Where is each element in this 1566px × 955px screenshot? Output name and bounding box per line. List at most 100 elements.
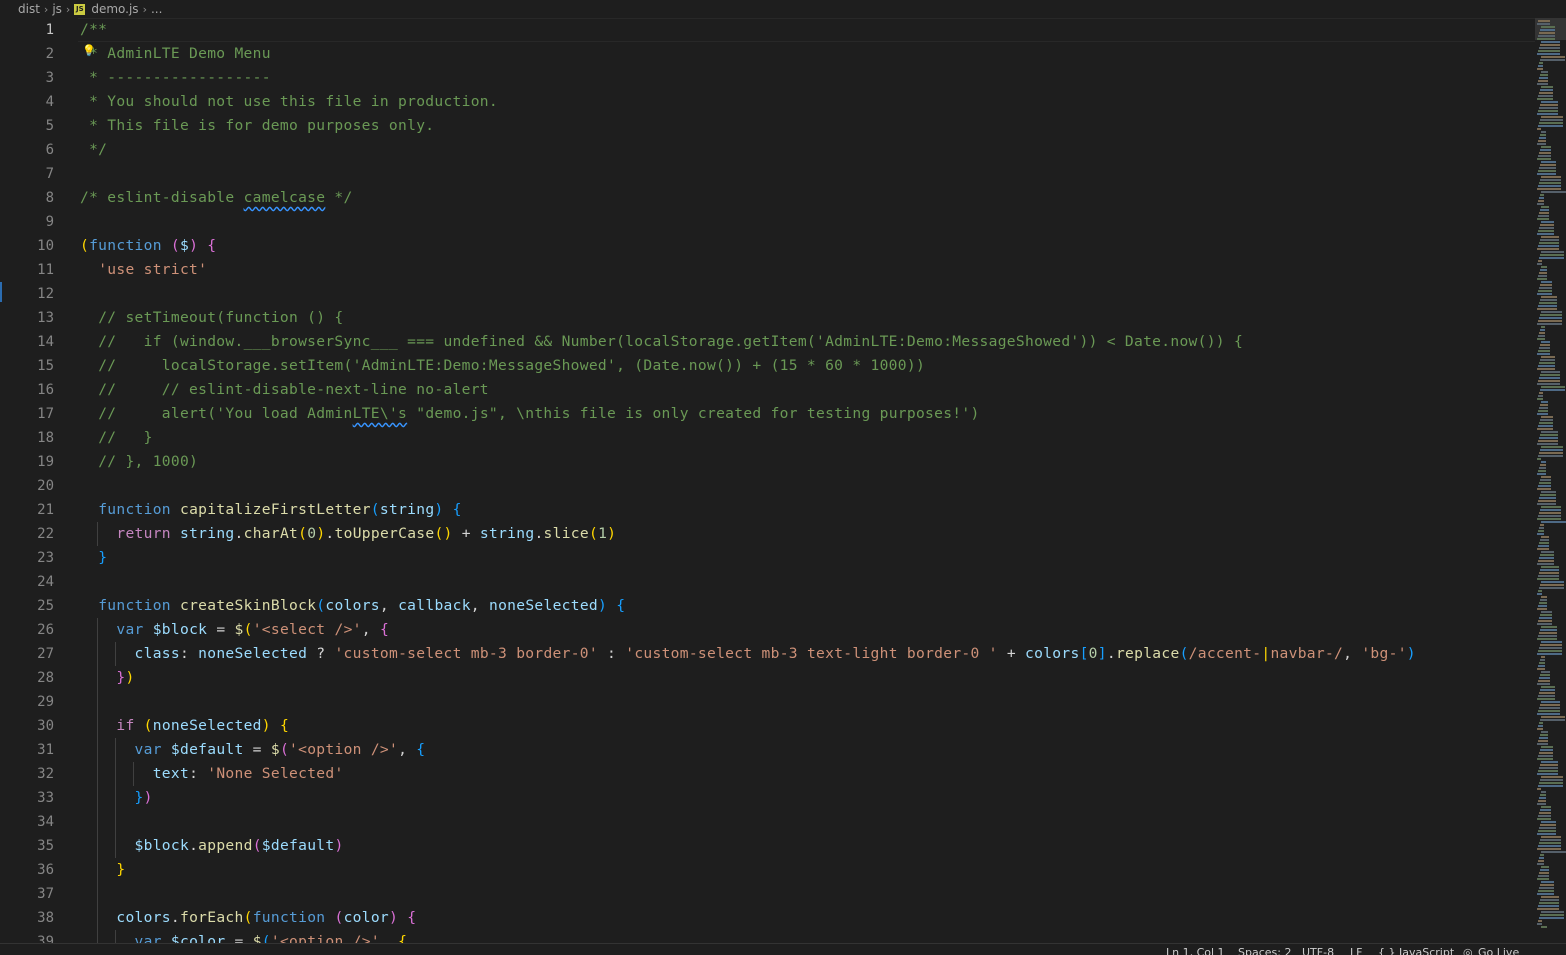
code-text[interactable]: * AdminLTE Demo Menu	[80, 42, 271, 66]
code-text[interactable]: 'use strict'	[80, 258, 207, 282]
code-text[interactable]: /* eslint-disable camelcase */	[80, 186, 353, 210]
code-text[interactable]: colors.forEach(function (color) {	[80, 906, 416, 930]
code-line[interactable]: 12	[0, 282, 1535, 306]
code-line[interactable]: 10 (function ($) {	[0, 234, 1535, 258]
minimap[interactable]	[1535, 18, 1566, 943]
code-line[interactable]: 28 })	[0, 666, 1535, 690]
code-line[interactable]: 14 // if (window.___browserSync___ === u…	[0, 330, 1535, 354]
code-text[interactable]: * You should not use this file in produc…	[80, 90, 498, 114]
code-text[interactable]: var $color = $('<option />', {	[80, 930, 407, 943]
code-text[interactable]: * ------------------	[80, 66, 271, 90]
code-line[interactable]: 23 }	[0, 546, 1535, 570]
code-line[interactable]: 13 // setTimeout(function () {	[0, 306, 1535, 330]
cursor-position[interactable]: Ln 1, Col 1	[1166, 947, 1225, 955]
code-line[interactable]: 25 function createSkinBlock(colors, call…	[0, 594, 1535, 618]
minimap-line	[1541, 671, 1550, 673]
code-line[interactable]: 17 // alert('You load AdminLTE\'s "demo.…	[0, 402, 1535, 426]
code-text[interactable]: // alert('You load AdminLTE\'s "demo.js"…	[80, 402, 980, 426]
code-line[interactable]: 26 var $block = $('<select />', {	[0, 618, 1535, 642]
code-line[interactable]: 11 'use strict'	[0, 258, 1535, 282]
code-text[interactable]: $block.append($default)	[80, 834, 344, 858]
code-text[interactable]: return string.charAt(0).toUpperCase() + …	[80, 522, 616, 546]
lightbulb-icon[interactable]: 💡	[82, 44, 96, 58]
code-text[interactable]: function capitalizeFirstLetter(string) {	[80, 498, 462, 522]
code-line[interactable]: 34	[0, 810, 1535, 834]
code-line[interactable]: 15 // localStorage.setItem('AdminLTE:Dem…	[0, 354, 1535, 378]
code-line[interactable]: 38 colors.forEach(function (color) {	[0, 906, 1535, 930]
breadcrumb-item-js[interactable]: js	[52, 2, 62, 16]
code-line[interactable]: 30 if (noneSelected) {	[0, 714, 1535, 738]
code-text[interactable]: }	[80, 858, 125, 882]
indentation-setting[interactable]: Spaces: 2	[1238, 947, 1291, 955]
code-text[interactable]: // // eslint-disable-next-line no-alert	[80, 378, 489, 402]
breadcrumb-item-dist[interactable]: dist	[18, 2, 40, 16]
line-number: 7	[45, 166, 54, 182]
code-line[interactable]: 24	[0, 570, 1535, 594]
code-line[interactable]: 2 * AdminLTE Demo Menu	[0, 42, 1535, 66]
code-line[interactable]: 29	[0, 690, 1535, 714]
code-line[interactable]: 27 class: noneSelected ? 'custom-select …	[0, 642, 1535, 666]
code-line[interactable]: 32 text: 'None Selected'	[0, 762, 1535, 786]
minimap-line	[1540, 89, 1553, 91]
code-editor[interactable]: 1/** 2 * AdminLTE Demo Menu 3 * ----------…	[0, 18, 1535, 943]
code-text[interactable]: function createSkinBlock(colors, callbac…	[80, 594, 625, 618]
minimap-line	[1539, 92, 1553, 94]
minimap-line	[1541, 191, 1566, 193]
code-text[interactable]: // }, 1000)	[80, 450, 198, 474]
code-text[interactable]: // if (window.___browserSync___ === unde…	[80, 330, 1243, 354]
code-text[interactable]: }	[80, 546, 107, 570]
eol-setting[interactable]: LF	[1350, 947, 1362, 955]
code-text[interactable]: */	[80, 138, 107, 162]
code-line[interactable]: 22 return string.charAt(0).toUpperCase()…	[0, 522, 1535, 546]
minimap-line	[1538, 305, 1557, 307]
encoding-setting[interactable]: UTF-8	[1302, 947, 1334, 955]
minimap-line	[1538, 125, 1563, 127]
line-number: 2	[45, 46, 54, 62]
code-text[interactable]: class: noneSelected ? 'custom-select mb-…	[80, 642, 1416, 666]
code-line[interactable]: 33 })	[0, 786, 1535, 810]
code-line[interactable]: 8 /* eslint-disable camelcase */	[0, 186, 1535, 210]
minimap-line	[1537, 563, 1554, 565]
minimap-line	[1537, 803, 1546, 805]
code-text[interactable]: (function ($) {	[80, 234, 216, 258]
code-line[interactable]: 19 // }, 1000)	[0, 450, 1535, 474]
code-line[interactable]: 9	[0, 210, 1535, 234]
code-line[interactable]: 6 */	[0, 138, 1535, 162]
code-text[interactable]: })	[80, 786, 153, 810]
code-line[interactable]: 36 }	[0, 858, 1535, 882]
code-text[interactable]: // localStorage.setItem('AdminLTE:Demo:M…	[80, 354, 925, 378]
code-line[interactable]: 18 // }	[0, 426, 1535, 450]
code-line[interactable]: 5 * This file is for demo purposes only.	[0, 114, 1535, 138]
breadcrumb-item-file[interactable]: demo.js	[91, 2, 138, 16]
code-text[interactable]: * This file is for demo purposes only.	[80, 114, 434, 138]
code-line[interactable]: 37	[0, 882, 1535, 906]
minimap-line	[1538, 290, 1552, 292]
code-text[interactable]: var $block = $('<select />', {	[80, 618, 389, 642]
minimap-line	[1541, 836, 1561, 838]
go-live-button[interactable]: Go Live	[1478, 947, 1519, 955]
code-text[interactable]: // }	[80, 426, 153, 450]
code-text[interactable]: // setTimeout(function () {	[80, 306, 344, 330]
minimap-line	[1539, 902, 1559, 904]
code-line[interactable]: 3 * ------------------	[0, 66, 1535, 90]
code-line[interactable]: 20	[0, 474, 1535, 498]
minimap-line	[1539, 782, 1563, 784]
code-text[interactable]: var $default = $('<option />', {	[80, 738, 426, 762]
code-text[interactable]: })	[80, 666, 135, 690]
code-line[interactable]: 31 var $default = $('<option />', {	[0, 738, 1535, 762]
code-line[interactable]: 4 * You should not use this file in prod…	[0, 90, 1535, 114]
line-number: 36	[37, 862, 54, 878]
breadcrumb-item-symbol[interactable]: ...	[151, 2, 162, 16]
code-line[interactable]: 39 var $color = $('<option />', {	[0, 930, 1535, 943]
minimap-line	[1538, 665, 1545, 667]
code-line[interactable]: 1 /**	[0, 18, 1535, 42]
code-line[interactable]: 21 function capitalizeFirstLetter(string…	[0, 498, 1535, 522]
code-line[interactable]: 7	[0, 162, 1535, 186]
code-line[interactable]: 16 // // eslint-disable-next-line no-ale…	[0, 378, 1535, 402]
line-number: 3	[45, 70, 54, 86]
code-text[interactable]: if (noneSelected) {	[80, 714, 289, 738]
code-line[interactable]: 35 $block.append($default)	[0, 834, 1535, 858]
code-text[interactable]: text: 'None Selected'	[80, 762, 344, 786]
language-mode[interactable]: { } JavaScript	[1378, 947, 1454, 955]
code-text[interactable]: /**	[80, 18, 107, 42]
